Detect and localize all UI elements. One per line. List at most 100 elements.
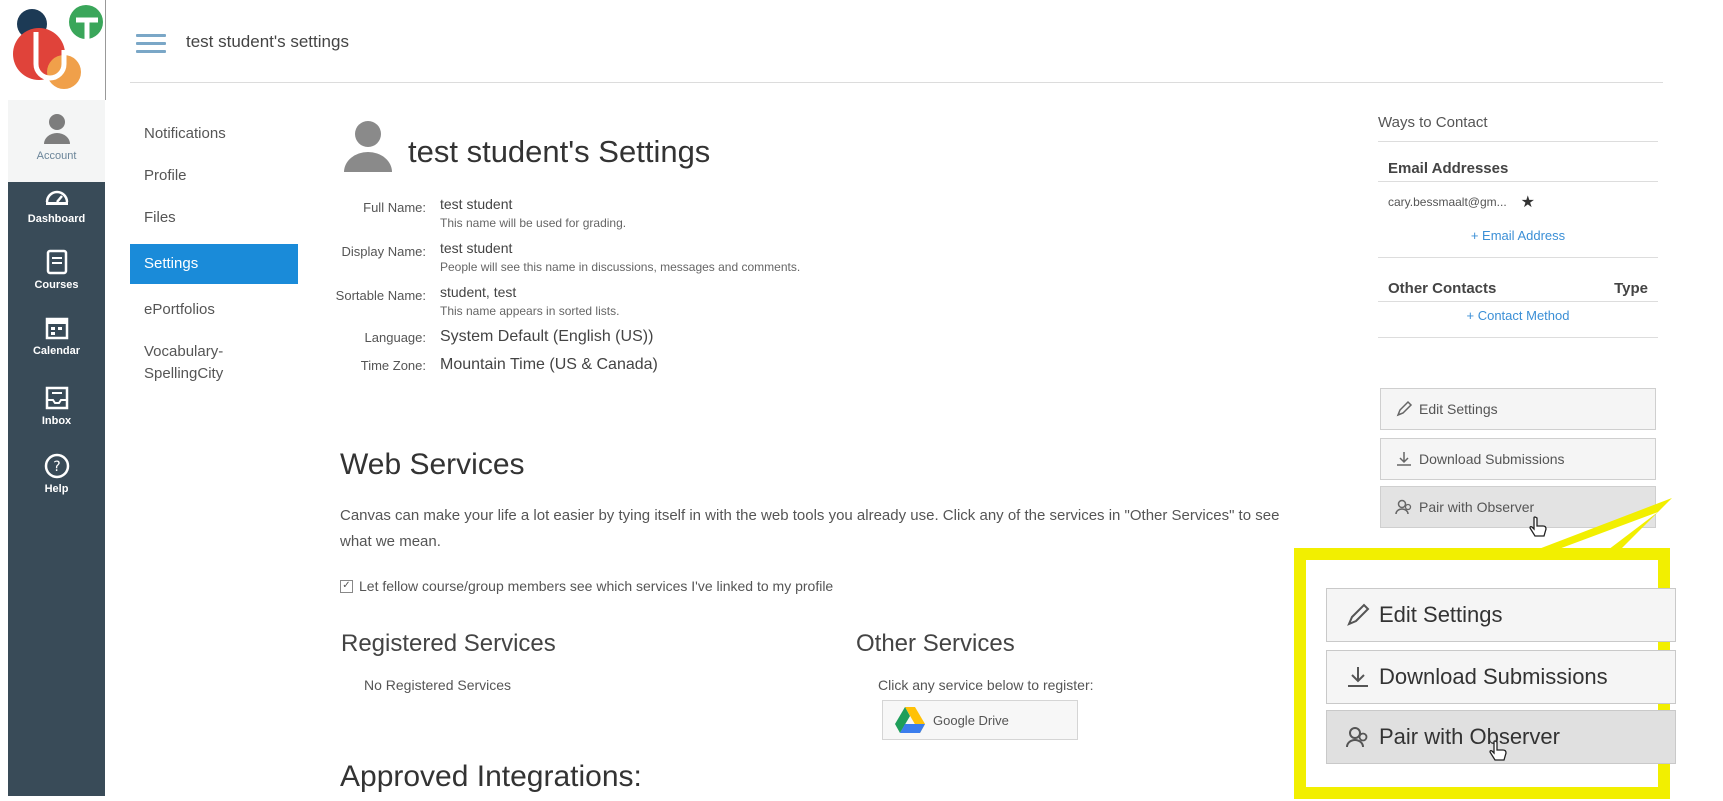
download-submissions-label: Download Submissions [1419, 451, 1565, 467]
email-addresses-header: Email Addresses [1378, 156, 1658, 182]
share-services-checkbox-row[interactable]: ✓ Let fellow course/group members see wh… [340, 578, 833, 594]
edit-settings-button[interactable]: Edit Settings [1380, 388, 1656, 430]
time-zone-row: Time Zone: Mountain Time (US & Canada) [320, 356, 980, 374]
global-nav-label: Help [44, 483, 69, 495]
display-name-row: Display Name: test student People will s… [320, 240, 980, 274]
zoom-callout: Edit Settings Download Submissions Pair … [1294, 548, 1676, 799]
courses-icon [46, 249, 67, 275]
global-nav-label: Inbox [41, 415, 72, 427]
ways-to-contact-title: Ways to Contact [1378, 114, 1658, 142]
dashboard-icon [45, 190, 68, 205]
field-label: Language: [364, 330, 426, 345]
field-label: Sortable Name: [335, 288, 426, 303]
breadcrumb[interactable]: test student's settings [186, 32, 349, 52]
language-row: Language: System Default (English (US)) [320, 328, 980, 346]
sortable-name-value: student, test [440, 284, 517, 300]
google-drive-icon [895, 707, 925, 733]
account-sub-nav: Notifications Profile Files Settings ePo… [130, 118, 298, 400]
callout-download-submissions-label: Download Submissions [1379, 664, 1608, 689]
global-nav-inbox[interactable]: Inbox [8, 384, 105, 427]
global-nav: Account Dashboard Courses Calendar Inbox… [8, 100, 105, 796]
calendar-icon [45, 317, 68, 340]
full-name-value: test student [440, 196, 513, 212]
share-services-checkbox[interactable]: ✓ [340, 579, 353, 593]
hamburger-menu-icon[interactable] [136, 34, 166, 56]
callout-pair-with-observer-label: Pair with Observer [1379, 724, 1560, 749]
full-name-row: Full Name: test student This name will b… [320, 196, 980, 230]
global-nav-label: Dashboard [27, 213, 86, 225]
field-value-wrap: test student This name will be used for … [440, 196, 626, 230]
global-nav-calendar[interactable]: Calendar [8, 314, 105, 357]
type-column-label: Type [1614, 280, 1648, 297]
no-registered-services: No Registered Services [364, 677, 512, 693]
contact-sidebar: Ways to Contact Email Addresses cary.bes… [1378, 114, 1658, 338]
observer-icon [1346, 727, 1368, 748]
global-nav-dashboard[interactable]: Dashboard [8, 182, 105, 225]
sub-nav-notifications[interactable]: Notifications [130, 118, 298, 150]
sub-nav-settings[interactable]: Settings [130, 244, 298, 284]
sortable-name-hint: This name appears in sorted lists. [440, 304, 620, 318]
pair-with-observer-button[interactable]: Pair with Observer [1380, 486, 1656, 528]
user-fields: Full Name: test student This name will b… [320, 196, 980, 384]
global-nav-label: Courses [34, 279, 79, 291]
other-contacts-section: Other Contacts Type + Contact Method [1378, 276, 1658, 338]
field-label: Full Name: [363, 200, 426, 215]
field-label: Display Name: [341, 244, 426, 259]
download-submissions-button[interactable]: Download Submissions [1380, 438, 1656, 480]
account-avatar-icon [43, 114, 70, 144]
callout-edit-settings-button[interactable]: Edit Settings [1326, 588, 1676, 642]
full-name-hint: This name will be used for grading. [440, 216, 627, 230]
sub-nav-eportfolios[interactable]: ePortfolios [130, 294, 298, 326]
user-avatar-icon [344, 121, 392, 172]
pencil-icon [1396, 400, 1413, 417]
field-value-wrap: test student People will see this name i… [440, 240, 800, 274]
observer-icon [1395, 499, 1412, 515]
inbox-icon [45, 386, 68, 410]
download-icon [1397, 452, 1411, 466]
global-nav-label: Calendar [32, 345, 81, 357]
add-email-link[interactable]: + Email Address [1378, 222, 1658, 258]
other-contacts-header: Other Contacts Type [1378, 276, 1658, 302]
other-contacts-label: Other Contacts [1388, 280, 1497, 297]
email-addresses-label: Email Addresses [1388, 160, 1509, 177]
registered-services-heading: Registered Services [341, 630, 556, 657]
global-nav-help[interactable]: ? Help [8, 452, 105, 495]
field-label: Time Zone: [360, 358, 426, 373]
global-nav-account[interactable]: Account [8, 100, 105, 182]
pencil-icon [1347, 603, 1370, 626]
language-value: System Default (English (US)) [440, 328, 654, 345]
sub-nav-vocabulary-spellingcity[interactable]: Vocabulary-SpellingCity [130, 336, 298, 390]
time-zone-value: Mountain Time (US & Canada) [440, 356, 658, 373]
callout-hand-cursor-icon [1489, 740, 1507, 761]
global-nav-courses[interactable]: Courses [8, 248, 105, 291]
display-name-hint: People will see this name in discussions… [440, 260, 801, 274]
share-services-label: Let fellow course/group members see whic… [359, 578, 834, 594]
email-value: cary.bessmaalt@gm... [1388, 195, 1507, 209]
display-name-value: test student [440, 240, 513, 256]
hand-cursor-icon [1529, 516, 1547, 537]
pair-with-observer-label: Pair with Observer [1419, 499, 1535, 515]
web-services-description: Canvas can make your life a lot easier b… [340, 507, 1280, 550]
download-icon [1348, 667, 1368, 687]
svg-text:?: ? [53, 459, 60, 475]
page-title: test student's Settings [408, 134, 711, 169]
header-divider [130, 82, 1663, 83]
institution-logo [6, 2, 106, 100]
sortable-name-row: Sortable Name: student, test This name a… [320, 284, 980, 318]
callout-download-submissions-button[interactable]: Download Submissions [1326, 650, 1676, 704]
approved-integrations-heading: Approved Integrations: [340, 760, 642, 793]
google-drive-button[interactable]: Google Drive [882, 700, 1078, 740]
edit-settings-label: Edit Settings [1419, 401, 1498, 417]
add-contact-method-link[interactable]: + Contact Method [1378, 302, 1658, 338]
email-entry[interactable]: cary.bessmaalt@gm... ★ [1378, 182, 1658, 222]
default-star-icon: ★ [1520, 194, 1536, 211]
sub-nav-files[interactable]: Files [130, 202, 298, 234]
sub-nav-profile[interactable]: Profile [130, 160, 298, 192]
google-drive-label: Google Drive [933, 712, 1009, 728]
other-services-heading: Other Services [856, 630, 1015, 657]
global-nav-account-label: Account [36, 150, 77, 162]
register-instructions: Click any service below to register: [878, 677, 1094, 693]
callout-edit-settings-label: Edit Settings [1379, 602, 1503, 627]
logo-divider [105, 0, 106, 100]
field-value-wrap: student, test This name appears in sorte… [440, 284, 619, 318]
